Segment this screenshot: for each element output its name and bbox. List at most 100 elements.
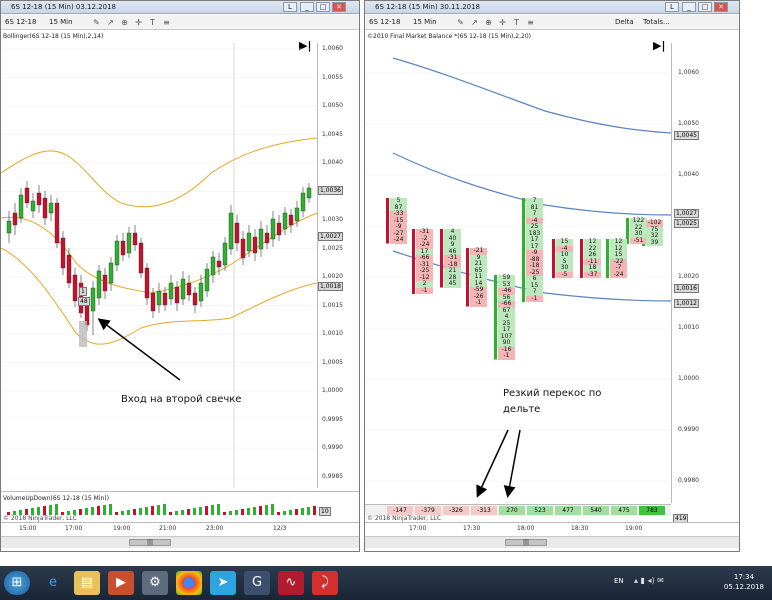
ie-icon[interactable]: e	[40, 571, 66, 595]
right-scroll-thumb[interactable]: |||	[505, 539, 547, 546]
volume-bar	[175, 511, 178, 515]
candle-body	[294, 207, 300, 222]
delta-mode-selector[interactable]: Delta	[615, 17, 634, 28]
right-window-minimize-button[interactable]: _	[682, 2, 696, 12]
right-price-tag: 1,0027	[674, 209, 699, 218]
media-icon[interactable]: ▶	[108, 571, 134, 595]
right-price-tick: 1,0000	[678, 375, 699, 382]
volume-bar	[223, 512, 226, 515]
candle-body	[132, 232, 138, 246]
candle-body	[306, 187, 312, 199]
candle-body	[42, 197, 48, 219]
right-window-titlebar[interactable]: 6S 12-18 (15 Min) 30.11.2018 L _ □ ✕	[365, 1, 739, 14]
left-instrument-selector[interactable]: 6S 12-18	[5, 17, 36, 28]
text-icon[interactable]: T	[147, 17, 158, 28]
candle-tag-2: 48	[78, 297, 90, 306]
ninja-icon[interactable]: ∿	[278, 571, 304, 595]
right-price-tag: 1,0012	[674, 299, 699, 308]
right-price-axis: 1,00601,00501,00401,00301,00201,00101,00…	[671, 43, 739, 503]
right-time-tick: 17:30	[463, 525, 481, 532]
volume-bar	[193, 508, 196, 515]
language-indicator[interactable]: EN	[614, 577, 624, 585]
volume-bar	[85, 508, 88, 515]
left-window-titlebar[interactable]: 6S 12-18 (15 Min) 03.12.2018 L _ □ ✕	[1, 1, 359, 14]
arrow-icon[interactable]: ↗	[469, 17, 480, 28]
volume-bar	[43, 506, 46, 515]
tray-icons[interactable]: ▴ ▮ ◂) ✉	[634, 576, 664, 585]
left-window-minimize-button[interactable]: _	[300, 2, 314, 12]
explorer-icon[interactable]: ▤	[74, 571, 100, 595]
right-interval-selector[interactable]: 15 Min	[413, 17, 437, 28]
volume-bar	[181, 510, 184, 515]
candle-body	[48, 202, 54, 214]
left-price-tick: 0,9995	[322, 415, 343, 423]
right-instrument-selector[interactable]: 6S 12-18	[369, 17, 400, 28]
delta-cell: 523	[527, 506, 553, 515]
right-window-close-button[interactable]: ✕	[714, 2, 728, 12]
arrow-icon[interactable]: ↗	[105, 17, 116, 28]
left-horizontal-scrollbar[interactable]: |||	[1, 536, 359, 548]
left-interval-selector[interactable]: 15 Min	[49, 17, 73, 28]
volume-bar	[97, 506, 100, 515]
left-scroll-thumb[interactable]: |||	[129, 539, 171, 546]
left-window-close-button[interactable]: ✕	[332, 2, 346, 12]
right-window-menu-button[interactable]: L	[665, 2, 679, 12]
left-price-tag: 1,0018	[318, 282, 343, 291]
candle-body	[264, 232, 270, 244]
properties-icon[interactable]: ≡	[525, 17, 536, 28]
delta-cell: 783	[639, 506, 665, 515]
right-window-maximize-button[interactable]: □	[698, 2, 712, 12]
delta-cell: -313	[471, 506, 497, 515]
right-window-title: 6S 12-18 (15 Min) 30.11.2018	[375, 3, 481, 11]
candle-body	[24, 187, 30, 204]
footprint-cell: -24	[390, 236, 407, 244]
footprint-cell: -51	[630, 237, 647, 244]
right-horizontal-scrollbar[interactable]: |||	[365, 536, 739, 548]
taskbar-clock[interactable]: 17:34 05.12.2018	[724, 572, 764, 592]
zoom-icon[interactable]: ⊕	[119, 17, 130, 28]
left-price-tick: 1,0010	[322, 330, 343, 337]
left-price-tick: 1,0015	[322, 301, 343, 309]
totals-selector[interactable]: Totals...	[643, 17, 670, 28]
candle-body	[108, 262, 114, 284]
candle-body	[66, 254, 72, 284]
candle-body	[192, 292, 198, 306]
properties-icon[interactable]: ≡	[161, 17, 172, 28]
volume-bar	[205, 506, 208, 515]
left-price-tick: 0,9985	[322, 472, 343, 480]
left-time-tick: 12/3	[273, 525, 287, 532]
candle-body	[246, 232, 252, 252]
left-window-maximize-button[interactable]: □	[316, 2, 330, 12]
footprint-cell: -1	[498, 352, 515, 360]
acrobat-icon[interactable]: ⤸	[312, 571, 338, 595]
right-indicator-label: ©2010 Final Market Balance *(6S 12-18 (1…	[367, 33, 531, 40]
left-window-title: 6S 12-18 (15 Min) 03.12.2018	[11, 3, 117, 11]
settings-icon[interactable]: ⚙	[142, 571, 168, 595]
candle-body	[252, 236, 258, 254]
pencil-icon[interactable]: ✎	[455, 17, 466, 28]
right-chart-window[interactable]: 6S 12-18 (15 Min) 30.11.2018 L _ □ ✕ 6S …	[364, 0, 740, 552]
right-annotation-line1: Резкий перекос по	[503, 388, 602, 399]
zoom-icon[interactable]: ⊕	[483, 17, 494, 28]
left-price-tag: 1,0036	[318, 186, 343, 195]
candle-body	[60, 237, 66, 269]
crosshair-icon[interactable]: ✛	[497, 17, 508, 28]
candle-body	[90, 287, 96, 312]
pencil-icon[interactable]: ✎	[91, 17, 102, 28]
crosshair-icon[interactable]: ✛	[133, 17, 144, 28]
volume-bar	[301, 508, 304, 515]
volume-bar	[145, 507, 148, 515]
footprint-cells: 5 87 -33 -15 -9 -27 -24 -31 -2 -24 17 -66 -31 -25 -12 2…	[365, 43, 671, 503]
chrome-icon[interactable]	[176, 571, 202, 595]
delta-cell: -379	[415, 506, 441, 515]
telegram-icon[interactable]: ➤	[210, 571, 236, 595]
left-chart-window[interactable]: 6S 12-18 (15 Min) 03.12.2018 L _ □ ✕ 6S …	[0, 0, 360, 552]
volume-bar	[307, 507, 310, 515]
text-icon[interactable]: T	[511, 17, 522, 28]
left-price-chart[interactable]	[1, 43, 319, 488]
left-volume-tag: 10	[319, 507, 331, 516]
left-price-tick: 1,0020	[322, 273, 343, 280]
g-icon[interactable]: G	[244, 571, 270, 595]
start-icon[interactable]: ⊞	[4, 571, 30, 595]
left-window-menu-button[interactable]: L	[283, 2, 297, 12]
